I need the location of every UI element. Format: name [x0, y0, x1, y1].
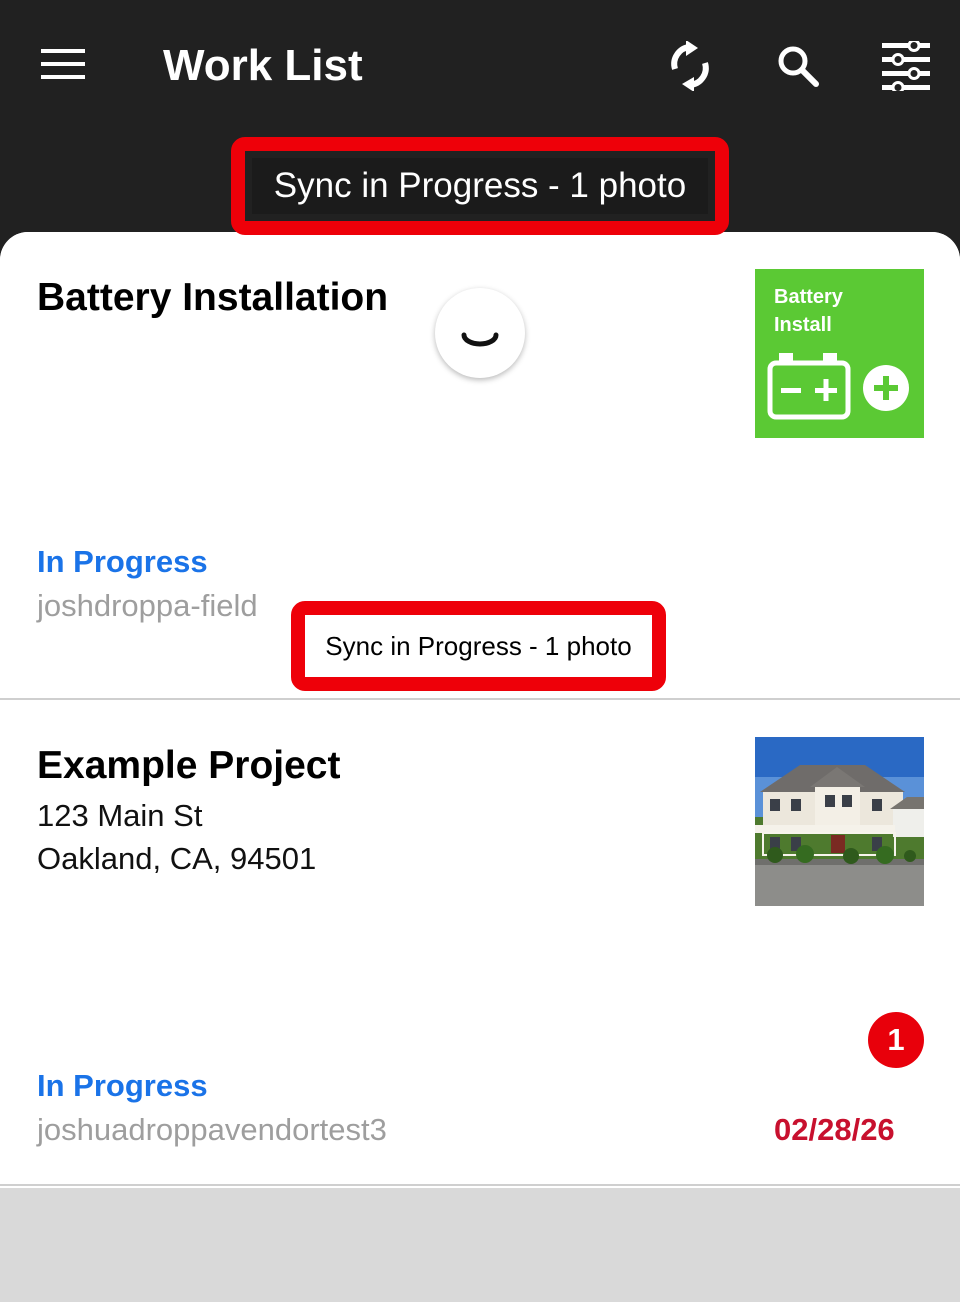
- sync-button[interactable]: [658, 34, 722, 98]
- address-line-1: 123 Main St: [37, 798, 203, 833]
- work-list: Battery Installation Battery Install In …: [0, 232, 960, 1188]
- due-date: 02/28/26: [774, 1112, 895, 1147]
- sync-banner: Sync in Progress - 1 photo: [252, 158, 708, 214]
- sync-toast: Sync in Progress - 1 photo: [312, 622, 645, 670]
- assignee-label: joshuadroppavendortest3: [37, 1112, 387, 1147]
- address-line-2: Oakland, CA, 94501: [37, 841, 317, 876]
- card-thumbnail: [755, 737, 924, 906]
- hamburger-menu-icon: [41, 49, 85, 79]
- assignee-label: joshdroppa-field: [37, 588, 258, 623]
- menu-button[interactable]: [30, 38, 96, 90]
- battery-plus-icon: [767, 353, 909, 420]
- sync-icon: [671, 41, 709, 91]
- loading-spinner: [435, 288, 525, 378]
- notification-badge: 1: [868, 1012, 924, 1068]
- card-title: Battery Installation: [37, 276, 389, 319]
- filter-sliders-icon: [882, 41, 930, 91]
- filter-button[interactable]: [874, 34, 938, 98]
- work-item-card[interactable]: Example Project 123 Main St Oakland, CA,…: [0, 702, 960, 1186]
- card-title: Example Project: [37, 744, 341, 787]
- search-button[interactable]: [766, 34, 830, 98]
- spinner-icon: [461, 332, 499, 347]
- status-label: In Progress: [37, 544, 208, 579]
- thumbnail-label: Battery Install: [774, 286, 843, 336]
- status-label: In Progress: [37, 1068, 208, 1103]
- search-icon: [778, 46, 819, 87]
- page-title: Work List: [163, 41, 363, 90]
- card-thumbnail: Battery Install: [755, 269, 924, 438]
- house-photo: [755, 737, 924, 906]
